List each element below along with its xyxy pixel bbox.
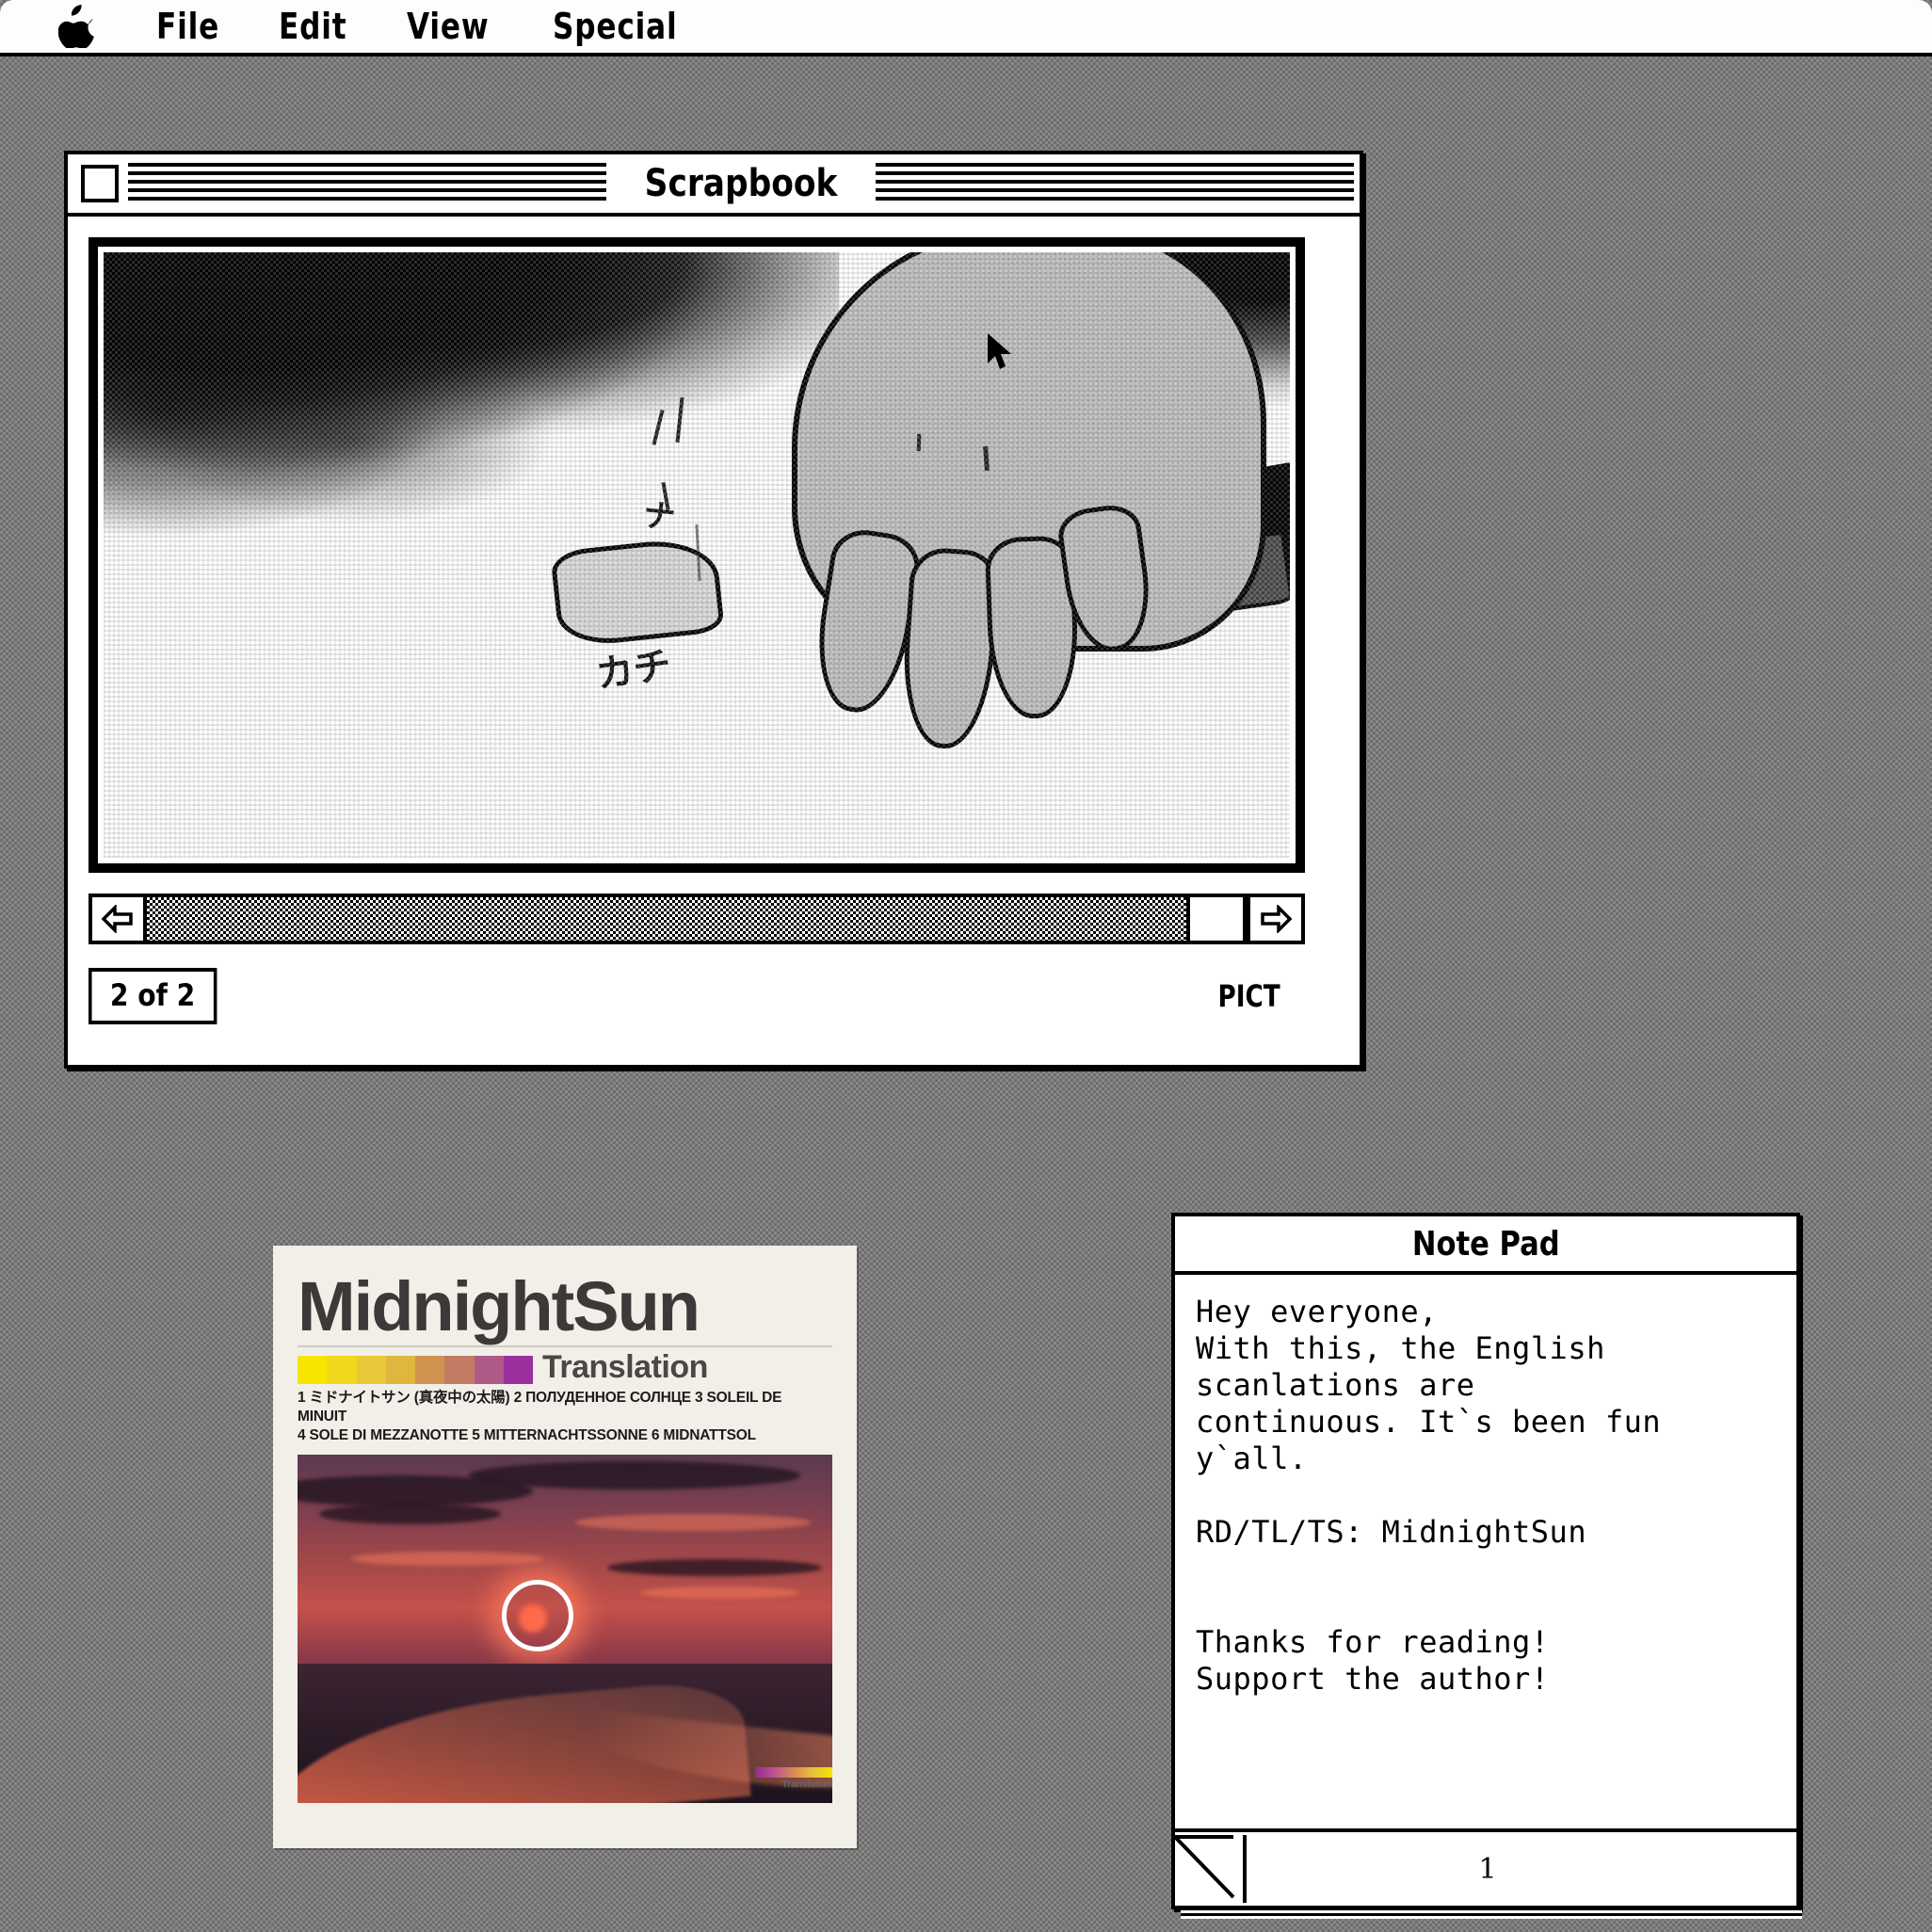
title-bar-stripes-left [128, 163, 606, 204]
scrapbook-window-title: Scrapbook [630, 162, 852, 205]
scrapbook-horizontal-scrollbar[interactable] [89, 894, 1305, 944]
poster-swatch-8 [503, 1356, 533, 1385]
midnightsun-poster[interactable]: MidnightSun Translation 1 ミドナイトサン (真夜中の太… [273, 1246, 857, 1848]
apple-logo-icon[interactable] [58, 5, 96, 48]
artwork-sfx-glyph-2: ナ [641, 495, 678, 538]
poster-swatch-7 [474, 1356, 504, 1385]
page-turn-corner-icon[interactable] [1175, 1835, 1247, 1903]
data-type-label: PICT [1217, 978, 1280, 1014]
scrollbar-thumb[interactable] [1186, 897, 1247, 941]
poster-color-swatches [298, 1356, 533, 1385]
poster-artwork [298, 1454, 832, 1803]
menu-item-special[interactable]: Special [553, 6, 677, 47]
poster-subtitle: Translation [542, 1349, 708, 1386]
scrapbook-picture-frame: カチ ナ [89, 237, 1305, 873]
page-counter: 2 of 2 [89, 968, 217, 1024]
poster-footer-label: Translation [781, 1779, 832, 1790]
scrapbook-window[interactable]: Scrapbook カチ ナ 2 of 2 PICT [64, 151, 1363, 1069]
poster-divider [298, 1345, 832, 1348]
notepad-page-number: 1 [1478, 1852, 1497, 1886]
poster-swatch-1 [298, 1356, 328, 1385]
artwork-finger-2 [897, 546, 1001, 752]
close-box-icon[interactable] [81, 165, 119, 202]
notepad-window-title: Note Pad [1411, 1224, 1560, 1264]
notepad-title-bar[interactable]: Note Pad [1175, 1216, 1796, 1275]
scrollbar-track[interactable] [147, 897, 1186, 941]
poster-swatch-6 [444, 1356, 475, 1385]
mouse-pointer-icon [986, 331, 1014, 377]
poster-footer-gradient-bar [755, 1767, 832, 1778]
scrapbook-title-bar[interactable]: Scrapbook [68, 154, 1360, 217]
poster-swatch-2 [327, 1356, 357, 1385]
scroll-left-arrow-icon[interactable] [92, 897, 147, 941]
poster-swatch-3 [356, 1356, 386, 1385]
menu-item-file[interactable]: File [156, 6, 219, 47]
menu-item-edit[interactable]: Edit [279, 6, 346, 47]
scroll-right-arrow-icon[interactable] [1247, 897, 1301, 941]
notepad-footer: 1 [1175, 1828, 1796, 1906]
poster-sun-ring [501, 1580, 573, 1652]
scrapbook-status-row: 2 of 2 PICT [89, 968, 1305, 1024]
artwork-sfx-glyph-1: カチ [593, 644, 674, 698]
poster-swatch-4 [385, 1356, 415, 1385]
poster-title: MidnightSun [298, 1267, 700, 1345]
poster-band-row: Translation [298, 1349, 832, 1386]
poster-languages-line-2: 4 SOLE DI MEZZANOTTE 5 MITTERNACHTSSONNE… [298, 1426, 756, 1443]
notepad-bottom-shadow [1181, 1908, 1802, 1919]
scrapbook-artwork: カチ ナ [104, 252, 1290, 858]
notepad-window[interactable]: Note Pad Hey everyone, With this, the En… [1171, 1213, 1802, 1919]
title-bar-stripes-right [876, 163, 1355, 204]
poster-languages-line-1: 1 ミドナイトサン (真夜中の太陽) 2 ПОЛУДЕННОЕ СОЛНЦЕ 3… [298, 1390, 782, 1425]
menu-item-view[interactable]: View [407, 6, 489, 47]
menu-bar: File Edit View Special [0, 0, 1932, 56]
notepad-text-area[interactable]: Hey everyone, With this, the English sca… [1175, 1275, 1796, 1859]
artwork-dark-sky-left [104, 252, 840, 628]
poster-footer: Translation [755, 1767, 832, 1790]
poster-swatch-5 [415, 1356, 445, 1385]
scrapbook-body: カチ ナ 2 of 2 PICT [68, 217, 1360, 1024]
